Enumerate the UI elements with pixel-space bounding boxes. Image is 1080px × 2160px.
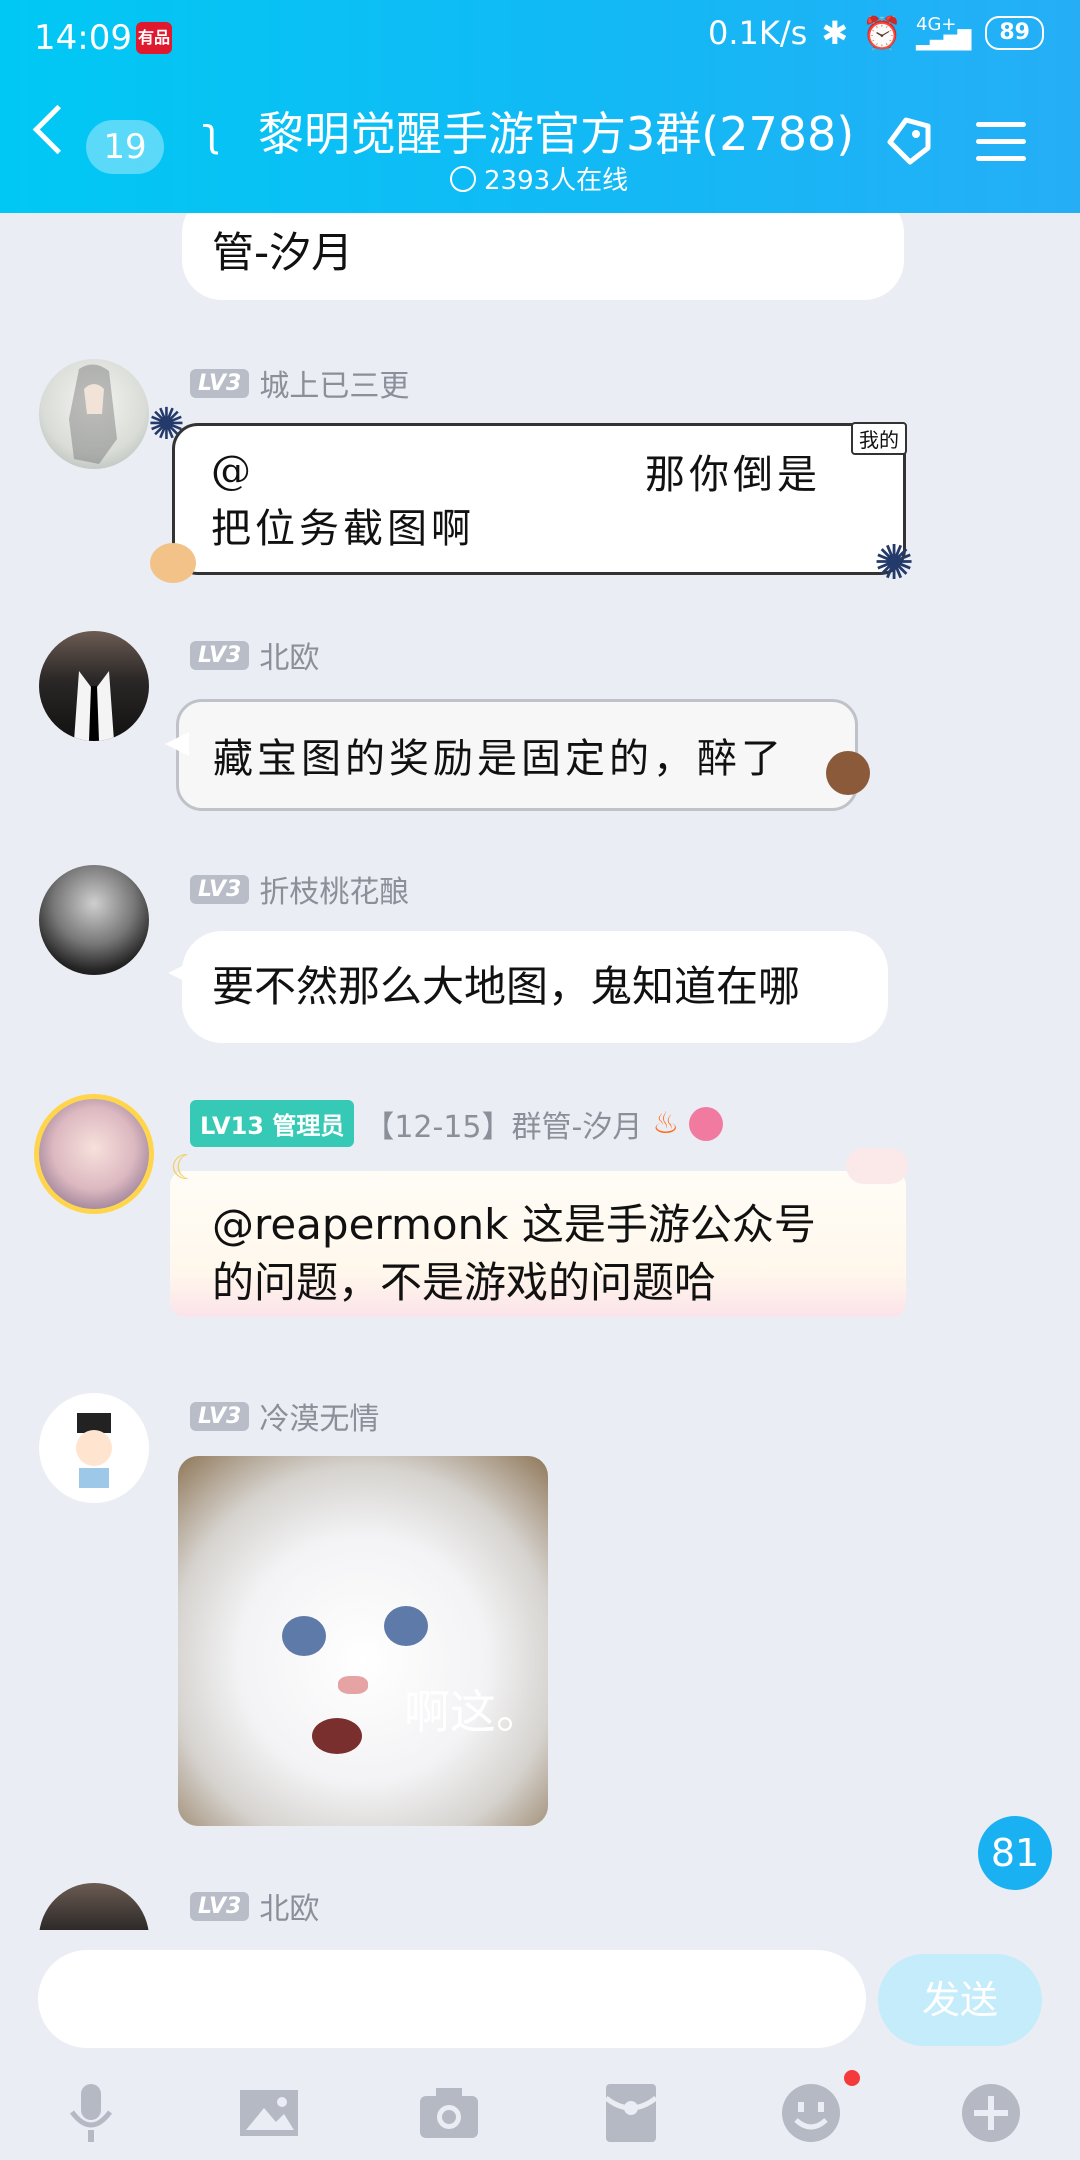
avatar[interactable] xyxy=(39,359,149,469)
chat-header: 19 ʅ 黎明觉醒手游官方3群(2788) 2393人在线 xyxy=(0,74,1080,213)
sender-name[interactable]: 折枝桃花酿 xyxy=(259,867,409,911)
avatar[interactable] xyxy=(39,865,149,975)
sender-row: LV3 城上已三更 xyxy=(190,361,409,405)
bubble-tag: 我的 xyxy=(851,422,907,455)
camera-icon[interactable] xyxy=(414,2078,484,2148)
avatar[interactable] xyxy=(39,1883,149,1930)
fire-icon: ♨ xyxy=(652,1106,680,1141)
sender-name[interactable]: 城上已三更 xyxy=(259,361,409,405)
message-bubble[interactable]: @ 那你倒是 把位务截图啊 我的 xyxy=(172,422,907,575)
youpin-badge: 有品 xyxy=(136,22,172,54)
emoji-badge-icon xyxy=(689,1106,724,1141)
group-title[interactable]: 黎明觉醒手游官方3群(2788) xyxy=(258,98,854,164)
plus-icon[interactable] xyxy=(956,2078,1026,2148)
status-time: 14:09 xyxy=(34,18,132,58)
cloud-decoration-icon xyxy=(846,1148,908,1184)
admin-level-badge: LV13 管理员 xyxy=(190,1100,355,1147)
sender-row: LV13 管理员 【12-15】群管-汐月 ♨ xyxy=(190,1100,724,1147)
status-right: 0.1K/s ✱ ⏰ 4G+ ▂▄▆█ 89 xyxy=(708,14,1044,52)
sticker-boy-icon xyxy=(826,751,870,795)
message-bubble[interactable]: 管-汐月 xyxy=(182,213,904,300)
sender-row: LV3 折枝桃花酿 xyxy=(190,867,409,911)
moon-decoration-icon: ☾ xyxy=(170,1148,201,1188)
alarm-icon: ⏰ xyxy=(862,14,902,52)
menu-icon[interactable] xyxy=(976,122,1026,173)
sender-name[interactable]: 冷漠无情 xyxy=(259,1394,379,1438)
tag-icon[interactable] xyxy=(880,112,936,168)
sender-name[interactable]: 北欧 xyxy=(259,1884,319,1928)
net-speed: 0.1K/s xyxy=(708,14,808,52)
level-badge: LV3 xyxy=(190,874,250,904)
sender-name[interactable]: 【12-15】群管-汐月 xyxy=(364,1102,642,1146)
back-arrow-icon[interactable] xyxy=(32,104,83,155)
ear-icon: ʅ xyxy=(202,110,221,156)
image-caption: 啊这。 xyxy=(404,1685,542,1739)
notification-dot xyxy=(844,2070,860,2086)
online-status-icon xyxy=(450,165,476,192)
send-button[interactable]: 发送 xyxy=(878,1954,1042,2046)
level-badge: LV3 xyxy=(190,1891,250,1921)
image-icon[interactable] xyxy=(234,2078,304,2148)
cat-meme-image[interactable]: 啊这。 xyxy=(178,1456,548,1826)
message-input[interactable] xyxy=(38,1950,866,2048)
top-bar: 14:09 有品 0.1K/s ✱ ⏰ 4G+ ▂▄▆█ 89 19 ʅ 黎明觉醒… xyxy=(0,0,1080,213)
leaf-decoration-icon: ✺ xyxy=(148,399,185,450)
emoji-icon[interactable] xyxy=(776,2078,846,2148)
level-badge: LV3 xyxy=(190,368,250,398)
red-packet-icon[interactable] xyxy=(596,2078,666,2148)
sender-name[interactable]: 北欧 xyxy=(259,633,319,677)
avatar[interactable] xyxy=(39,1393,149,1503)
mic-icon[interactable] xyxy=(56,2078,126,2148)
cat-decoration-icon xyxy=(150,543,196,583)
chat-list[interactable]: 管-汐月 LV3 城上已三更 @ 那你倒是 把位务截图啊 我的 ✺ ✺ LV3 … xyxy=(0,213,1080,1930)
level-badge: LV3 xyxy=(190,640,250,670)
toolbar xyxy=(0,2070,1080,2148)
message-bubble[interactable]: @reapermonk 这是手游公众号 的问题，不是游戏的问题哈 xyxy=(170,1171,906,1317)
sender-row: LV3 冷漠无情 xyxy=(190,1394,379,1438)
message-bubble[interactable]: 藏宝图的奖励是固定的，醉了 xyxy=(165,699,858,811)
sender-row: LV3 北欧 xyxy=(190,1884,319,1928)
bluetooth-icon: ✱ xyxy=(821,14,849,52)
signal-icon: 4G+ ▂▄▆█ xyxy=(916,14,972,51)
message-bubble[interactable]: 要不然那么大地图，鬼知道在哪 xyxy=(168,931,888,1043)
new-message-count-badge[interactable]: 81 xyxy=(978,1816,1052,1890)
avatar[interactable] xyxy=(39,1099,149,1209)
input-bar: 发送 xyxy=(0,1930,1080,2160)
leaf-decoration-icon: ✺ xyxy=(874,535,915,591)
battery-icon: 89 xyxy=(985,16,1044,50)
avatar[interactable] xyxy=(39,631,149,741)
level-badge: LV3 xyxy=(190,1401,250,1431)
online-count: 2393人在线 xyxy=(450,160,628,197)
sender-row: LV3 北欧 xyxy=(190,633,319,677)
unread-count-badge[interactable]: 19 xyxy=(86,120,164,174)
status-bar: 14:09 有品 0.1K/s ✱ ⏰ 4G+ ▂▄▆█ 89 xyxy=(0,0,1080,74)
